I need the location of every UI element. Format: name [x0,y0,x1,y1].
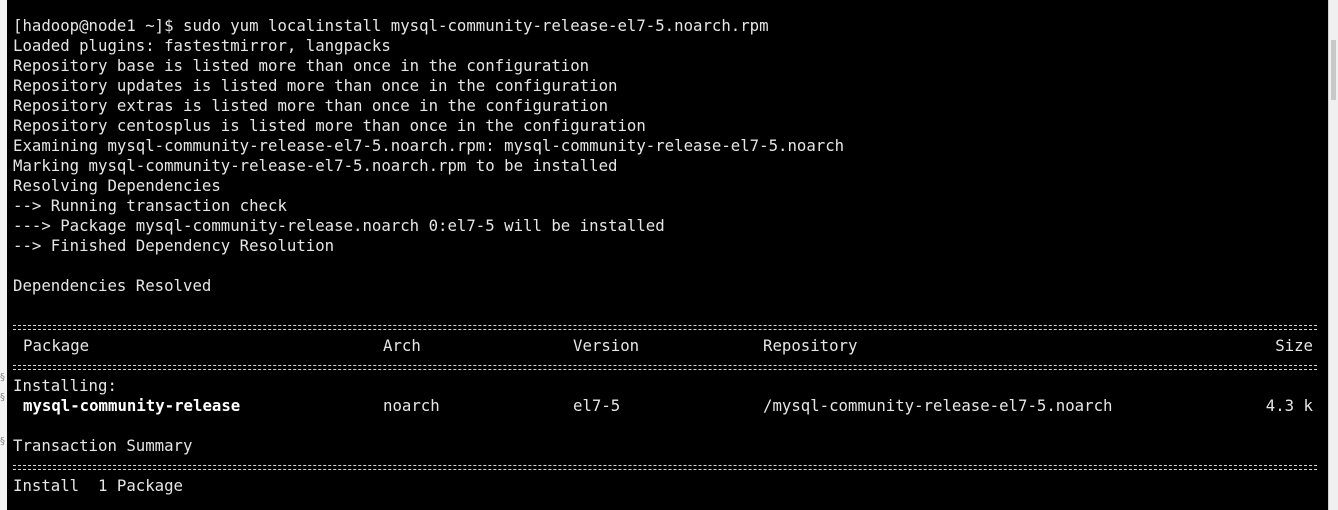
summary-title: Transaction Summary [13,436,193,455]
output-line: Loaded plugins: fastestmirror, langpacks [13,36,391,55]
row-arch: noarch [383,396,440,415]
header-package: Package [23,336,90,355]
summary-divider [13,456,1323,476]
terminal-window: § § § [hadoop@node1 ~]$ sudo yum localin… [0,0,1338,510]
vertical-scrollbar[interactable] [1328,0,1338,510]
row-size: 4.3 k [1265,396,1313,415]
scrollbar-thumb[interactable] [1331,40,1336,100]
gutter-mark: § [0,392,5,403]
gutter-mark: § [0,372,5,383]
terminal-screen[interactable]: [hadoop@node1 ~]$ sudo yum localinstall … [7,0,1329,510]
table-row: mysql-community-release noarch el7-5 /my… [13,396,1323,416]
output-line: Marking mysql-community-release-el7-5.no… [13,156,618,175]
output-line: Repository extras is listed more than on… [13,96,609,115]
output-line: ---> Package mysql-community-release.noa… [13,216,665,235]
table-header-divider [13,356,1323,376]
output-line: Repository base is listed more than once… [13,56,590,75]
header-version: Version [573,336,640,355]
header-arch: Arch [383,336,421,355]
header-repository: Repository [763,336,858,355]
output-line: Dependencies Resolved [13,276,212,295]
table-top-divider [13,316,1323,336]
table-header-row: Package Arch Version Repository Size [13,336,1323,356]
installing-section-label: Installing: [13,376,117,395]
output-line: Examining mysql-community-release-el7-5.… [13,136,845,155]
output-line: Repository updates is listed more than o… [13,76,618,95]
row-repository: /mysql-community-release-el7-5.noarch [763,396,1113,415]
output-line: --> Running transaction check [13,196,287,215]
row-version: el7-5 [573,396,621,415]
header-size: Size [1275,336,1313,355]
left-gutter: § § § [0,0,7,510]
summary-line: Install 1 Package [13,476,184,495]
output-line: Repository centosplus is listed more tha… [13,116,646,135]
row-package: mysql-community-release [23,396,241,415]
output-line: Resolving Dependencies [13,176,221,195]
command-prompt-line: [hadoop@node1 ~]$ sudo yum localinstall … [13,16,769,35]
terminal-content: [hadoop@node1 ~]$ sudo yum localinstall … [13,16,1323,496]
gutter-mark: § [0,436,5,447]
output-line: --> Finished Dependency Resolution [13,236,335,255]
